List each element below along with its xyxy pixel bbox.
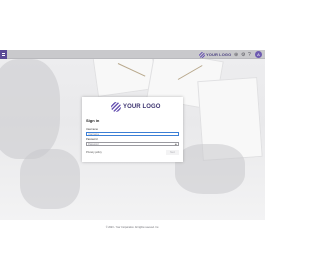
shadow-shape <box>0 59 60 159</box>
footer: © 2023 - Your Corporation. All rights re… <box>0 220 265 265</box>
sign-in-card: YOUR LOGO Sign in Username Username Pass… <box>82 97 183 162</box>
logo-mark-icon <box>199 51 205 58</box>
header-brand-text: YOUR LOGO <box>206 52 232 57</box>
help-icon[interactable]: ? <box>248 52 251 58</box>
sign-in-title: Sign in <box>86 118 100 123</box>
shadow-shape <box>20 149 80 209</box>
settings-icon[interactable]: ⚙ <box>241 52 245 58</box>
page: YOUR LOGO ⊕ ⚙ ? A YOUR LOGO Sign in User… <box>0 0 265 265</box>
privacy-policy-link[interactable]: Privacy policy <box>86 151 102 154</box>
user-avatar[interactable]: A <box>255 51 262 58</box>
password-input[interactable]: Password ◉ <box>86 141 179 146</box>
card-logo: YOUR LOGO <box>111 102 161 112</box>
username-input[interactable]: Username <box>86 131 179 136</box>
show-password-icon[interactable]: ◉ <box>175 143 177 146</box>
header-logo[interactable]: YOUR LOGO <box>199 51 231 58</box>
top-bar: YOUR LOGO ⊕ ⚙ ? A <box>0 50 265 59</box>
menu-icon <box>2 53 5 56</box>
copyright-text: © 2023 - Your Corporation. All rights re… <box>105 226 160 229</box>
card-brand-text: YOUR LOGO <box>123 104 161 110</box>
logo-mark-icon <box>111 102 121 112</box>
shadow-shape <box>175 144 245 194</box>
menu-button[interactable] <box>0 50 7 59</box>
globe-icon[interactable]: ⊕ <box>234 52 238 58</box>
next-button[interactable]: Next <box>166 150 179 155</box>
password-placeholder: Password <box>88 142 99 146</box>
